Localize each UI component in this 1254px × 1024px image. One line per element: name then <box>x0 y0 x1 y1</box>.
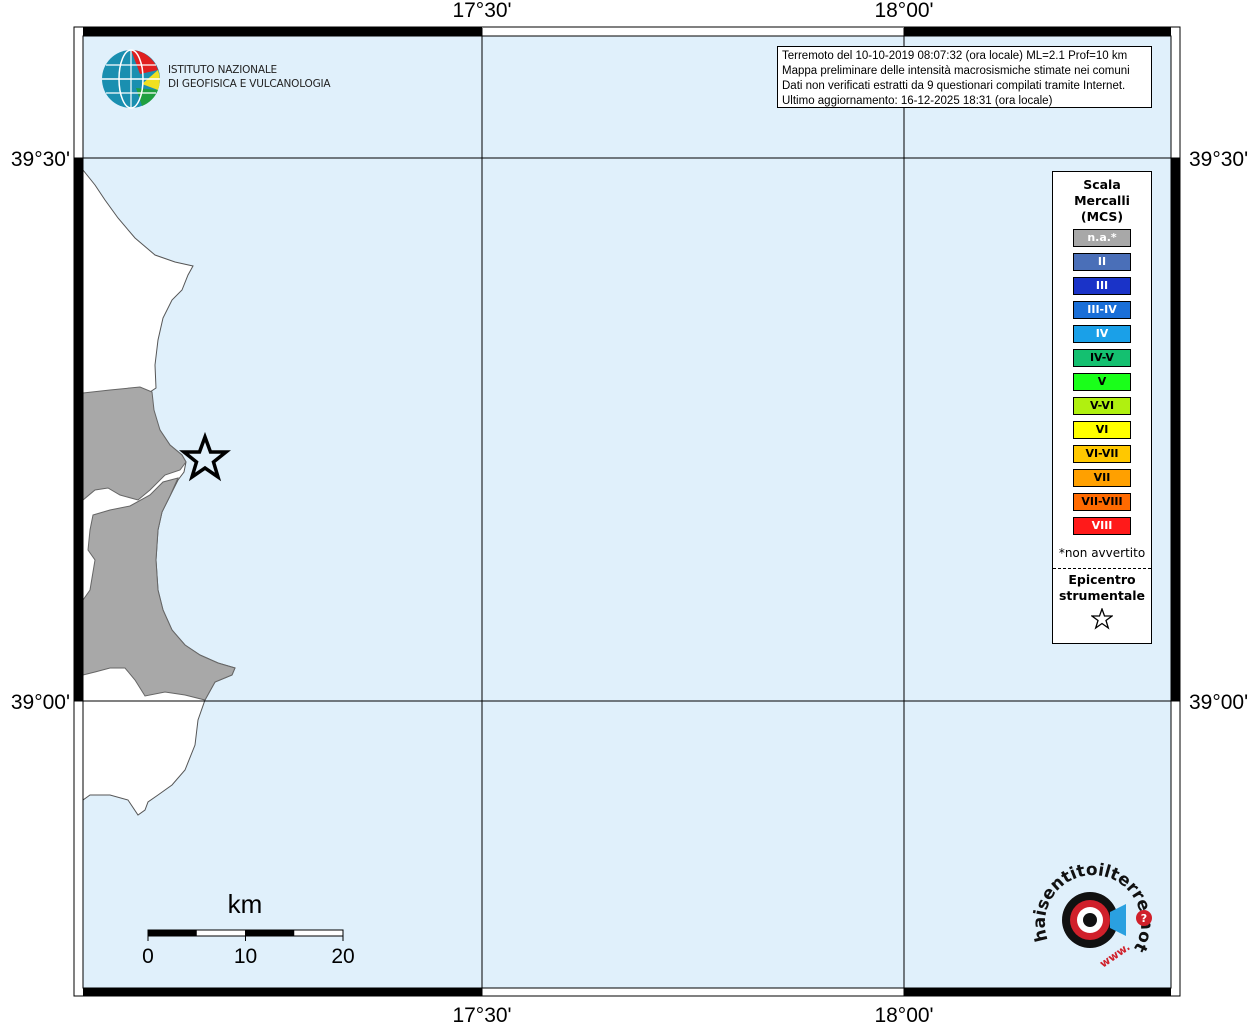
lat-label-right-2: 39°00' <box>1189 691 1248 714</box>
legend-swatch-v: V <box>1073 373 1131 391</box>
lat-label-right-1: 39°30' <box>1189 148 1248 171</box>
event-info-line-2: Mappa preliminare delle intensità macros… <box>782 65 1130 77</box>
lon-label-bottom-2: 18°00' <box>874 1004 933 1024</box>
legend-swatch-vi: VI <box>1073 421 1131 439</box>
legend-divider <box>1053 568 1151 569</box>
lon-label-top-1: 17°30' <box>452 0 511 22</box>
scale-unit: km <box>228 889 263 919</box>
ingv-logo <box>100 48 162 114</box>
intensity-legend: Scala Mercalli (MCS) n.a.* II III III-IV IV I… <box>1052 171 1152 644</box>
event-info-box: Terremoto del 10-10-2019 08:07:32 (ora l… <box>777 46 1152 108</box>
sea-area <box>83 36 1171 988</box>
legend-epicenter-title: Epicentro strumentale <box>1053 572 1151 604</box>
legend-title-line-3: (MCS) <box>1080 209 1124 224</box>
lat-label-left-2: 39°00' <box>11 691 70 714</box>
legend-swatch-vi-vii: VI-VII <box>1073 445 1131 463</box>
legend-swatch-ii: II <box>1073 253 1131 271</box>
legend-swatch-iii-iv: III-IV <box>1073 301 1131 319</box>
legend-swatch-n-a-: n.a.* <box>1073 229 1131 247</box>
legend-swatch-iii: III <box>1073 277 1131 295</box>
lon-label-bottom-1: 17°30' <box>452 1004 511 1024</box>
legend-epicenter-line-1: Epicentro <box>1068 572 1136 587</box>
legend-swatch-iv: IV <box>1073 325 1131 343</box>
legend-swatch-v-vi: V-VI <box>1073 397 1131 415</box>
scale-bar: km 0 10 20 <box>140 885 370 975</box>
scale-tick-20: 20 <box>331 945 354 968</box>
legend-title: Scala Mercalli (MCS) <box>1053 177 1151 225</box>
legend-na-note: *non avvertito <box>1058 546 1146 560</box>
institute-line-1: ISTITUTO NAZIONALE <box>168 64 277 76</box>
event-info-line-3: Dati non verificati estratti da 9 questi… <box>782 80 1126 92</box>
event-info-line-1: Terremoto del 10-10-2019 08:07:32 (ora l… <box>782 50 1128 62</box>
legend-swatch-vii: VII <box>1073 469 1131 487</box>
globe-icon <box>102 49 160 109</box>
legend-star-icon <box>1053 607 1151 634</box>
institute-name: ISTITUTO NAZIONALE DI GEOFISICA E VULCAN… <box>168 63 331 91</box>
scale-tick-0: 0 <box>142 945 154 968</box>
legend-swatch-viii: VIII <box>1073 517 1131 535</box>
legend-swatch-vii-viii: VII-VIII <box>1073 493 1131 511</box>
haisentito-logo: haisentitoilterremoto.it www. ? <box>1024 845 1160 984</box>
legend-epicenter-line-2: strumentale <box>1058 588 1146 603</box>
lat-label-left-1: 39°30' <box>11 148 70 171</box>
scale-tick-10: 10 <box>234 945 257 968</box>
legend-title-line-2: Mercalli <box>1074 193 1130 208</box>
institute-line-2: DI GEOFISICA E VULCANOLOGIA <box>168 78 331 90</box>
legend-swatch-iv-v: IV-V <box>1073 349 1131 367</box>
event-info-line-4: Ultimo aggiornamento: 16-12-2025 18:31 (… <box>782 95 1053 107</box>
svg-text:?: ? <box>1141 912 1147 925</box>
lon-label-top-2: 18°00' <box>874 0 933 22</box>
legend-title-line-1: Scala <box>1083 177 1121 192</box>
